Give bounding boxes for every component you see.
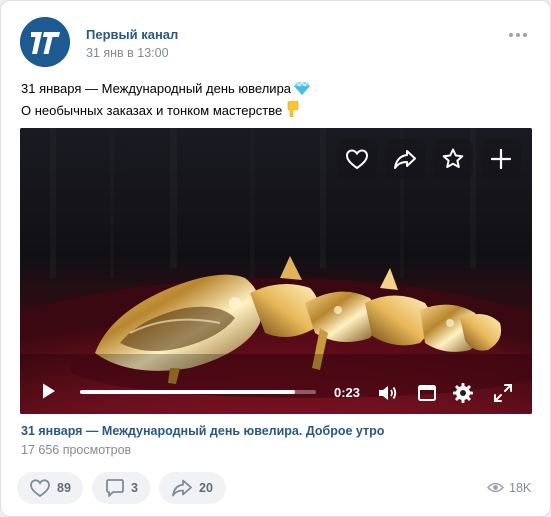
heart-icon bbox=[345, 149, 369, 170]
video-player[interactable]: 0:23 bbox=[20, 128, 532, 414]
share-arrow-icon bbox=[172, 479, 192, 497]
post-date[interactable]: 31 янв в 13:00 bbox=[86, 46, 169, 60]
video-progress-fill bbox=[80, 390, 295, 394]
video-time: 0:23 bbox=[334, 385, 361, 400]
like-video-button[interactable] bbox=[337, 139, 377, 179]
video-title-link[interactable]: 31 января — Международный день ювелира. … bbox=[21, 424, 384, 438]
share-count: 20 bbox=[199, 481, 213, 495]
post-text-1: 31 января — Международный день ювелира bbox=[21, 81, 292, 96]
avatar[interactable] bbox=[20, 17, 70, 67]
views-count: 18K bbox=[509, 481, 532, 495]
post-text-line: 31 января — Международный день ювелира bbox=[21, 81, 311, 98]
like-button[interactable]: 89 bbox=[17, 472, 83, 504]
post-text-2: О необычных заказах и тонком мастерстве bbox=[21, 103, 283, 118]
gem-icon bbox=[294, 81, 311, 98]
comment-button[interactable]: 3 bbox=[92, 472, 150, 504]
share-arrow-icon bbox=[394, 150, 416, 169]
play-icon bbox=[43, 383, 55, 399]
star-icon bbox=[442, 148, 464, 168]
bookmark-video-button[interactable] bbox=[433, 139, 473, 179]
settings-gear-icon[interactable] bbox=[452, 382, 474, 404]
eye-icon bbox=[487, 482, 504, 493]
add-video-button[interactable] bbox=[481, 139, 521, 179]
miniplayer-icon[interactable] bbox=[416, 382, 438, 404]
more-options-icon[interactable] bbox=[506, 28, 530, 42]
video-views: 17 656 просмотров bbox=[21, 443, 132, 457]
play-button[interactable] bbox=[40, 382, 58, 400]
volume-icon[interactable] bbox=[376, 382, 398, 404]
fullscreen-icon[interactable] bbox=[492, 382, 514, 404]
comment-icon bbox=[106, 479, 124, 497]
post-text-line: О необычных заказах и тонком мастерстве bbox=[21, 100, 299, 120]
channel-one-logo-icon bbox=[20, 17, 70, 67]
channel-name[interactable]: Первый канал bbox=[86, 27, 178, 42]
plus-icon bbox=[490, 148, 512, 170]
heart-icon bbox=[30, 479, 50, 498]
post-card: Первый канал 31 янв в 13:00 31 января — … bbox=[0, 0, 551, 517]
pointing-down-hand-icon bbox=[285, 100, 299, 120]
comment-count: 3 bbox=[131, 481, 138, 495]
share-video-button[interactable] bbox=[385, 139, 425, 179]
video-progress-bar[interactable] bbox=[80, 390, 316, 394]
like-count: 89 bbox=[57, 481, 71, 495]
share-button[interactable]: 20 bbox=[159, 472, 226, 504]
